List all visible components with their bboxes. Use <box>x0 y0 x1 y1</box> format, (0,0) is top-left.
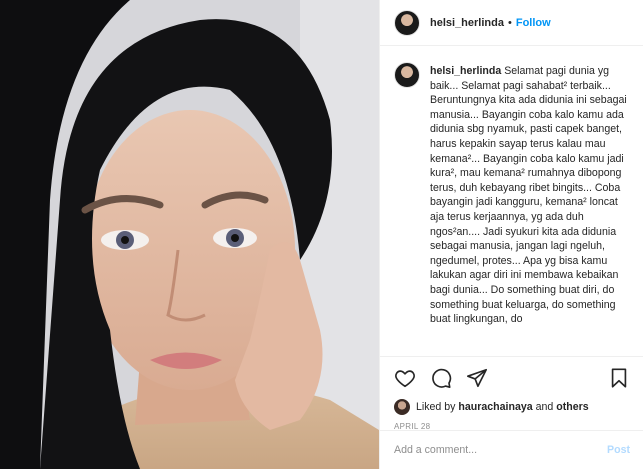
share-icon[interactable] <box>466 367 488 389</box>
author-avatar[interactable] <box>394 9 420 36</box>
separator-dot: • <box>507 16 512 29</box>
caption-text: Selamat pagi dunia yg baik... Selamat pa… <box>430 65 627 326</box>
post-header: helsi_herlinda • Follow <box>380 0 643 46</box>
likes-and: and <box>535 401 554 413</box>
post-actions: Liked by haurachainaya and others APRIL … <box>380 356 643 431</box>
caption-username[interactable]: helsi_herlinda <box>430 65 501 77</box>
comment-icon[interactable] <box>430 367 452 389</box>
caption-avatar[interactable] <box>394 62 420 88</box>
action-icon-row <box>394 367 630 389</box>
comment-input[interactable] <box>394 444 608 456</box>
likes-prefix: Liked by <box>416 401 456 413</box>
liker-avatar[interactable] <box>394 399 410 415</box>
likes-summary: Liked by haurachainaya and others <box>394 399 630 415</box>
post-detail-panel: helsi_herlinda • Follow helsi_herlinda S… <box>379 0 643 469</box>
post-comment-button[interactable]: Post <box>607 444 630 456</box>
portrait-image <box>0 0 379 469</box>
follow-button[interactable]: Follow <box>516 17 551 29</box>
heart-icon[interactable] <box>394 367 416 389</box>
author-username[interactable]: helsi_herlinda <box>430 17 504 29</box>
caption: helsi_herlinda Selamat pagi dunia yg bai… <box>430 64 629 356</box>
bookmark-icon[interactable] <box>608 367 630 389</box>
post-photo[interactable] <box>0 0 379 469</box>
caption-area: helsi_herlinda Selamat pagi dunia yg bai… <box>380 46 643 356</box>
liker-username[interactable]: haurachainaya <box>458 401 532 413</box>
comment-form: Post <box>380 430 643 469</box>
likes-others-link[interactable]: others <box>556 401 588 413</box>
